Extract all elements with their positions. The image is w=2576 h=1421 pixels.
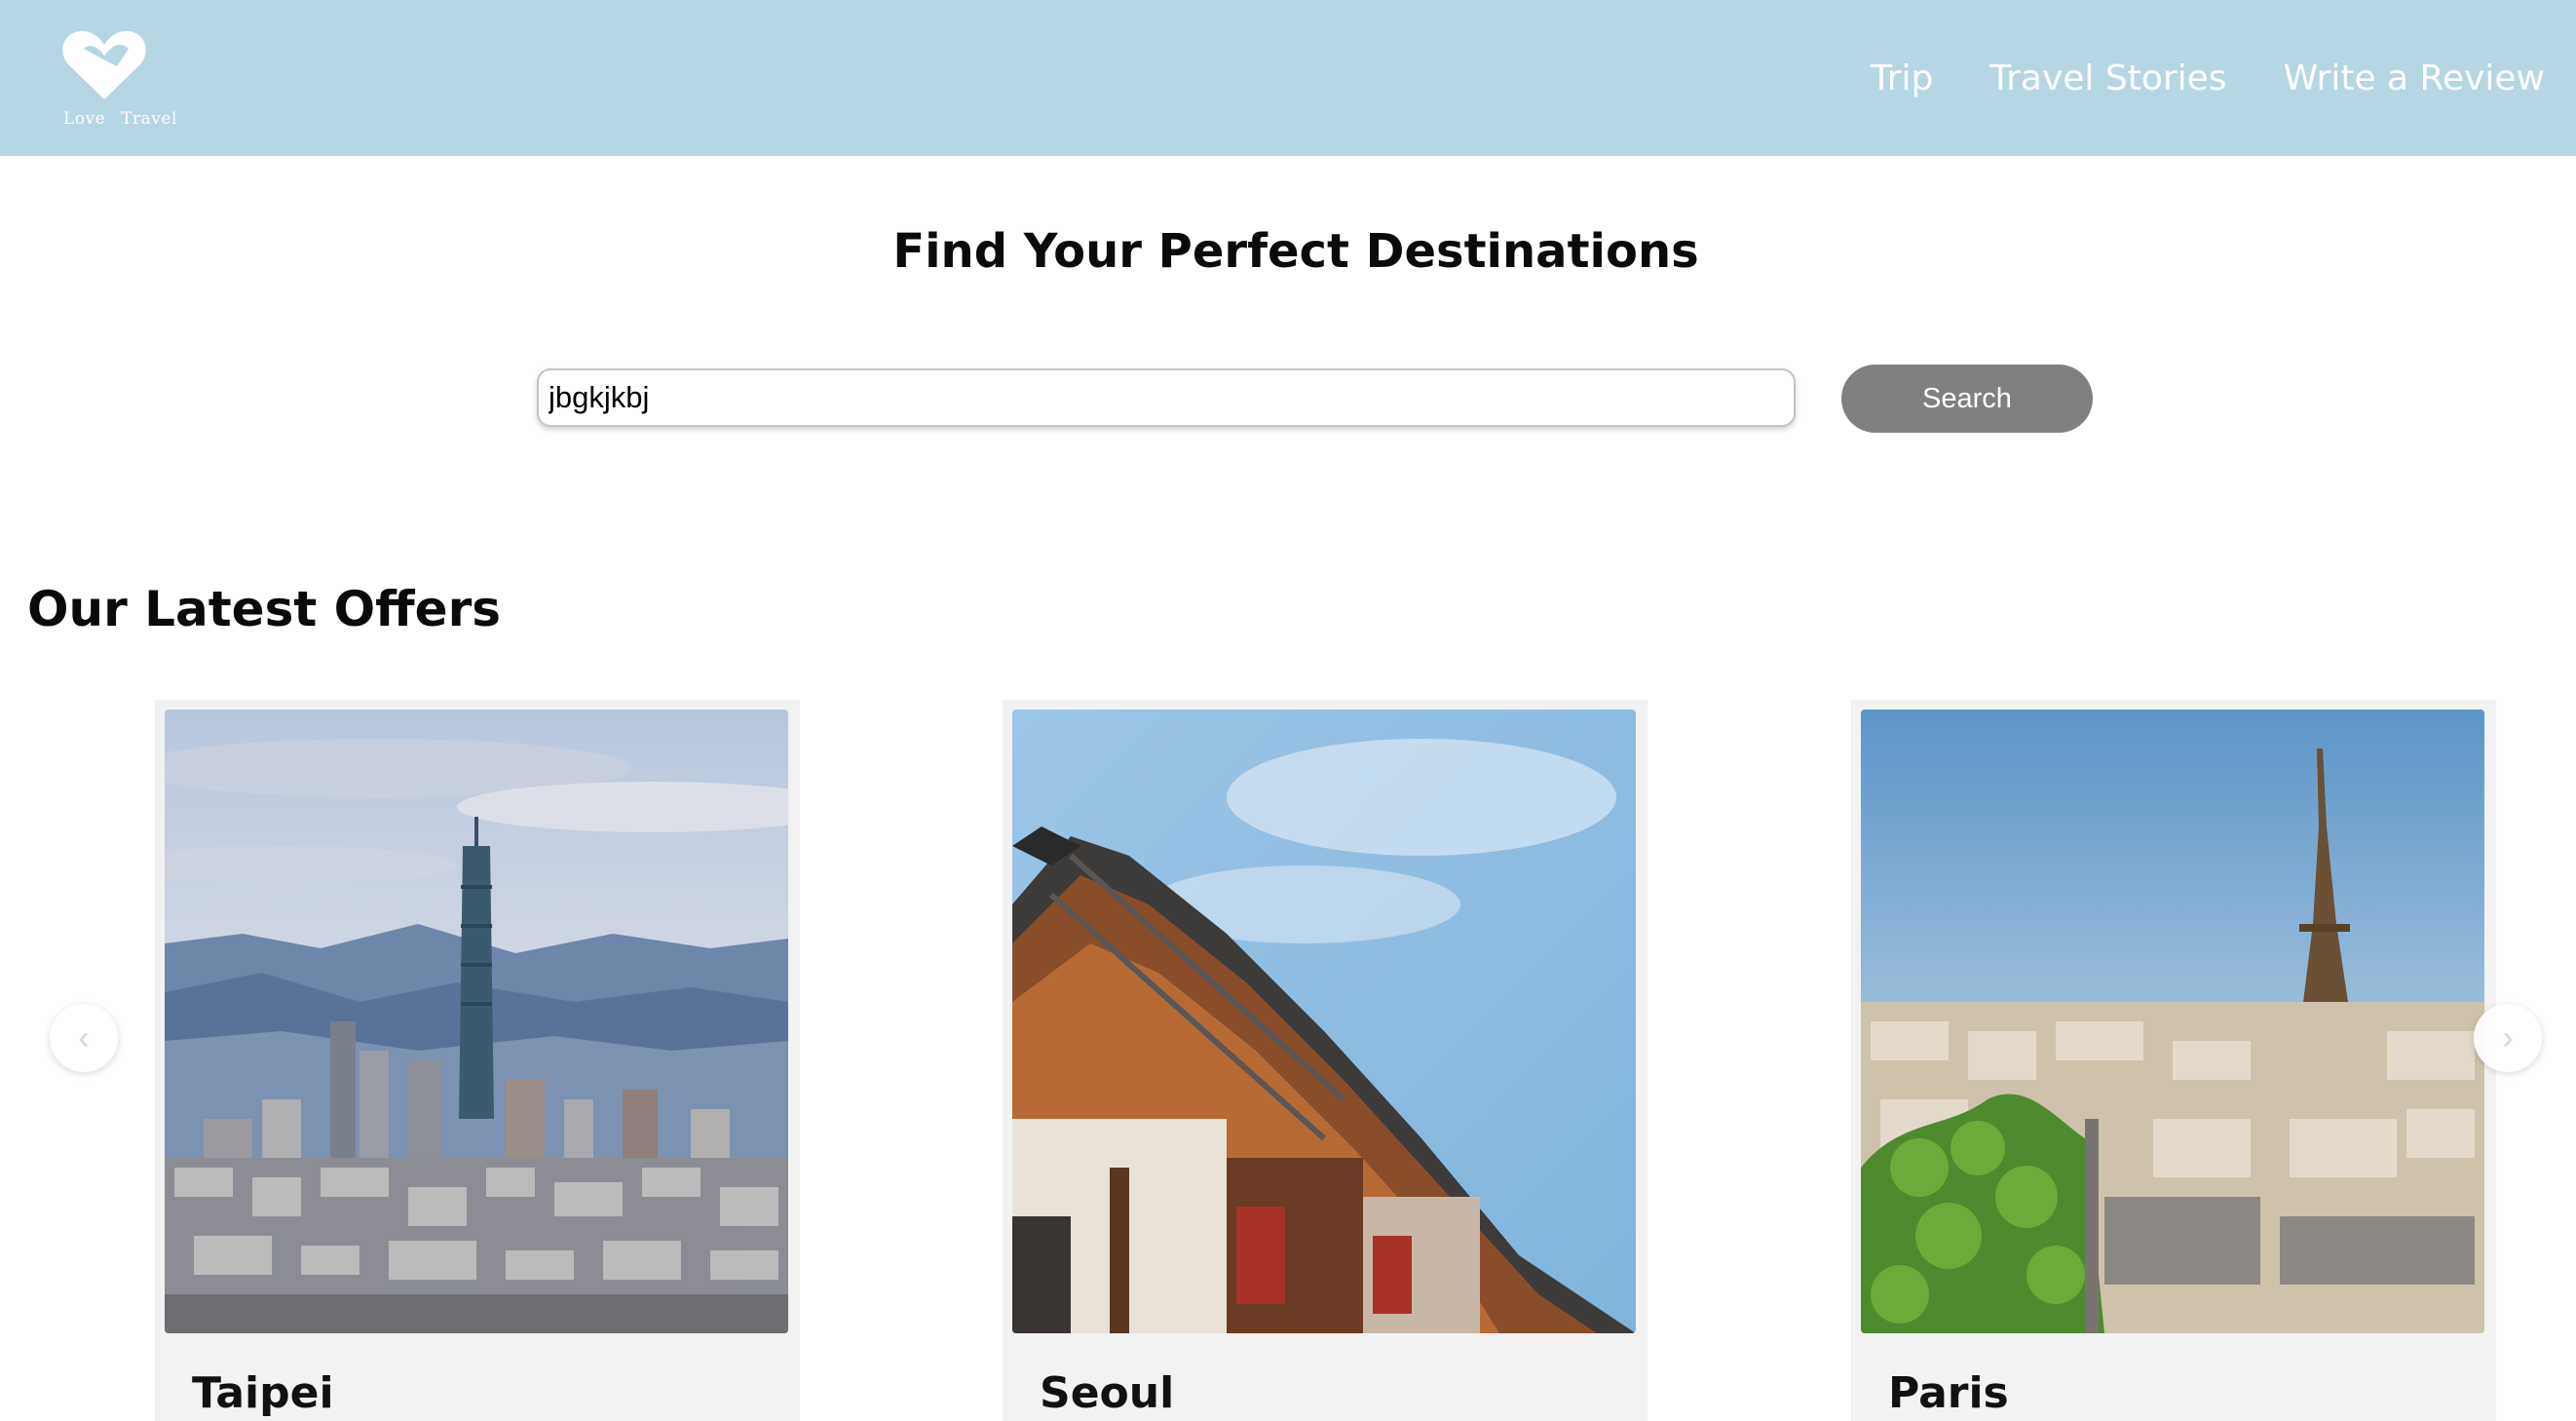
- main-nav: Trip Travel Stories Write a Review: [1871, 51, 2545, 105]
- heart-logo-icon: [62, 31, 146, 99]
- carousel-prev-button[interactable]: ‹: [50, 1004, 118, 1072]
- nav-link-travel-stories[interactable]: Travel Stories: [1989, 58, 2226, 98]
- seoul-hanok-photo: [1012, 710, 1636, 1333]
- search-input[interactable]: [537, 368, 1796, 427]
- offer-card-paris[interactable]: Paris: [1851, 700, 2496, 1421]
- site-header: Love Travel Trip Travel Stories Write a R…: [0, 0, 2576, 156]
- search-button[interactable]: Search: [1841, 365, 2093, 433]
- offers-heading: Our Latest Offers: [27, 581, 501, 637]
- nav-link-trip[interactable]: Trip: [1871, 58, 1933, 98]
- offer-card-seoul[interactable]: Seoul: [1003, 700, 1648, 1421]
- card-title: Taipei: [192, 1368, 334, 1418]
- logo[interactable]: Love Travel: [60, 27, 176, 134]
- card-title: Seoul: [1040, 1368, 1175, 1418]
- taipei-skyline-photo: [165, 710, 788, 1333]
- chevron-right-icon: ›: [2502, 1018, 2514, 1056]
- paris-eiffel-photo: [1861, 710, 2484, 1333]
- offer-card-taipei[interactable]: Taipei: [155, 700, 800, 1421]
- logo-text: Love Travel: [63, 109, 177, 129]
- page-title: Find Your Perfect Destinations: [892, 224, 1699, 279]
- nav-link-write-review[interactable]: Write a Review: [2284, 58, 2545, 98]
- chevron-left-icon: ‹: [78, 1018, 90, 1056]
- carousel-next-button[interactable]: ›: [2474, 1004, 2542, 1072]
- card-title: Paris: [1888, 1368, 2009, 1418]
